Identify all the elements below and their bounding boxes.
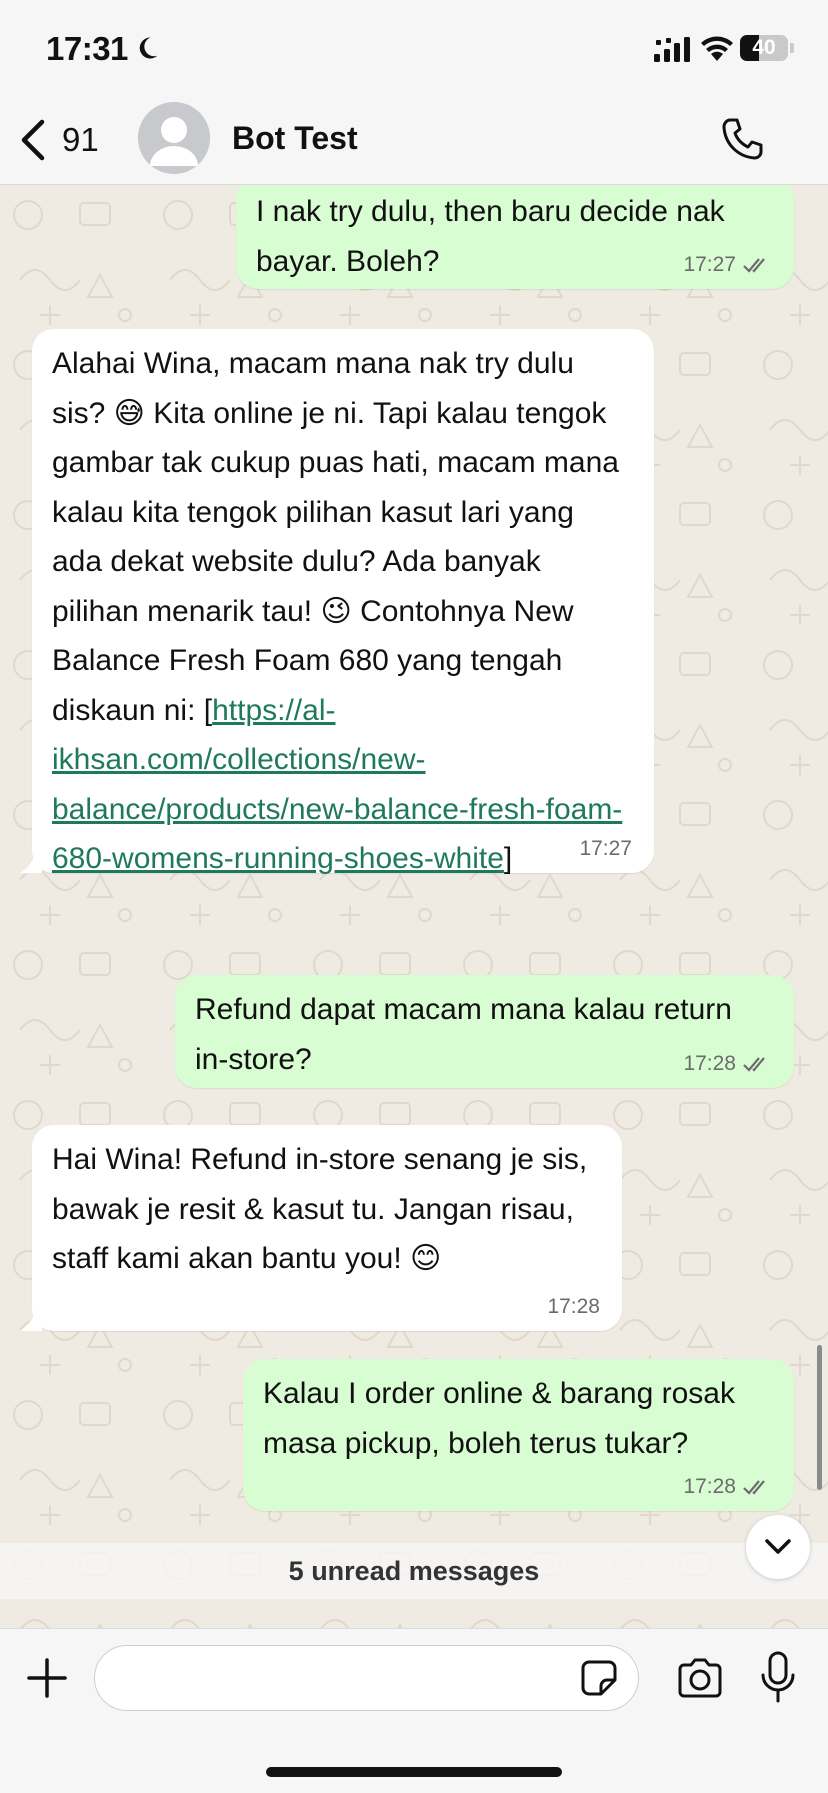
message-text-before-link: Alahai Wina, macam mana nak try dulu sis… (52, 347, 619, 727)
message-outgoing[interactable]: I nak try dulu, then baru decide nak bay… (236, 185, 794, 289)
scroll-to-bottom-button[interactable] (746, 1515, 810, 1579)
phone-icon[interactable] (720, 116, 766, 162)
unread-messages-banner[interactable]: 5 unread messages (0, 1543, 828, 1599)
chat-area[interactable]: I nak try dulu, then baru decide nak bay… (0, 185, 828, 1628)
signal-icon (654, 37, 690, 62)
avatar-icon (138, 102, 210, 174)
microphone-icon[interactable] (760, 1651, 796, 1703)
message-meta: 17:28 (547, 1295, 600, 1319)
message-input[interactable] (117, 1656, 561, 1702)
message-meta: 17:28 (683, 1475, 772, 1499)
home-indicator (266, 1767, 562, 1777)
message-text-after-link: ] (503, 842, 513, 875)
wifi-icon (701, 36, 733, 61)
chat-header: 91 Bot Test (0, 100, 828, 185)
chat-title[interactable]: Bot Test (232, 120, 358, 157)
double-check-icon (743, 1057, 765, 1072)
message-time: 17:28 (683, 1052, 736, 1075)
back-unread-count: 91 (62, 121, 99, 158)
message-text: Hai Wina! Refund in-store senang je sis,… (52, 1143, 588, 1275)
message-incoming[interactable]: Alahai Wina, macam mana nak try dulu sis… (32, 329, 654, 875)
message-time: 17:27 (683, 253, 736, 276)
message-meta: 17:28 (683, 1052, 772, 1076)
message-text: Alahai Wina, macam mana nak try dulu sis… (52, 339, 628, 884)
message-input-container[interactable] (94, 1645, 639, 1711)
message-outgoing[interactable]: Kalau I order online & barang rosak masa… (243, 1359, 794, 1511)
back-button[interactable]: 91 (18, 112, 113, 168)
message-meta: 17:27 (579, 837, 632, 861)
message-time: 17:28 (683, 1475, 736, 1498)
scrollbar[interactable] (817, 1345, 822, 1490)
avatar[interactable] (138, 102, 210, 174)
bubble-tail (20, 1307, 42, 1331)
input-bar (0, 1628, 828, 1793)
moon-icon (139, 37, 158, 59)
double-check-icon (743, 258, 765, 273)
double-check-icon (743, 1480, 765, 1495)
chevron-left-icon (21, 119, 45, 161)
message-text: Kalau I order online & barang rosak masa… (263, 1377, 735, 1460)
chevron-down-icon (765, 1539, 791, 1554)
message-outgoing[interactable]: Refund dapat macam mana kalau return in-… (175, 975, 794, 1088)
plus-icon[interactable] (26, 1657, 68, 1699)
battery-nub (790, 43, 794, 53)
status-bar: 17:31 40 (0, 0, 828, 100)
status-time: 17:31 (46, 30, 128, 67)
bubble-tail (20, 849, 42, 873)
message-incoming[interactable]: Hai Wina! Refund in-store senang je sis,… (32, 1125, 622, 1331)
battery-icon: 40 (740, 35, 788, 61)
message-time: 17:27 (579, 837, 632, 860)
battery-level: 40 (752, 36, 776, 59)
camera-icon[interactable] (676, 1657, 724, 1699)
message-time: 17:28 (547, 1295, 600, 1318)
sticker-icon[interactable] (579, 1658, 619, 1698)
message-meta: 17:27 (683, 253, 772, 277)
